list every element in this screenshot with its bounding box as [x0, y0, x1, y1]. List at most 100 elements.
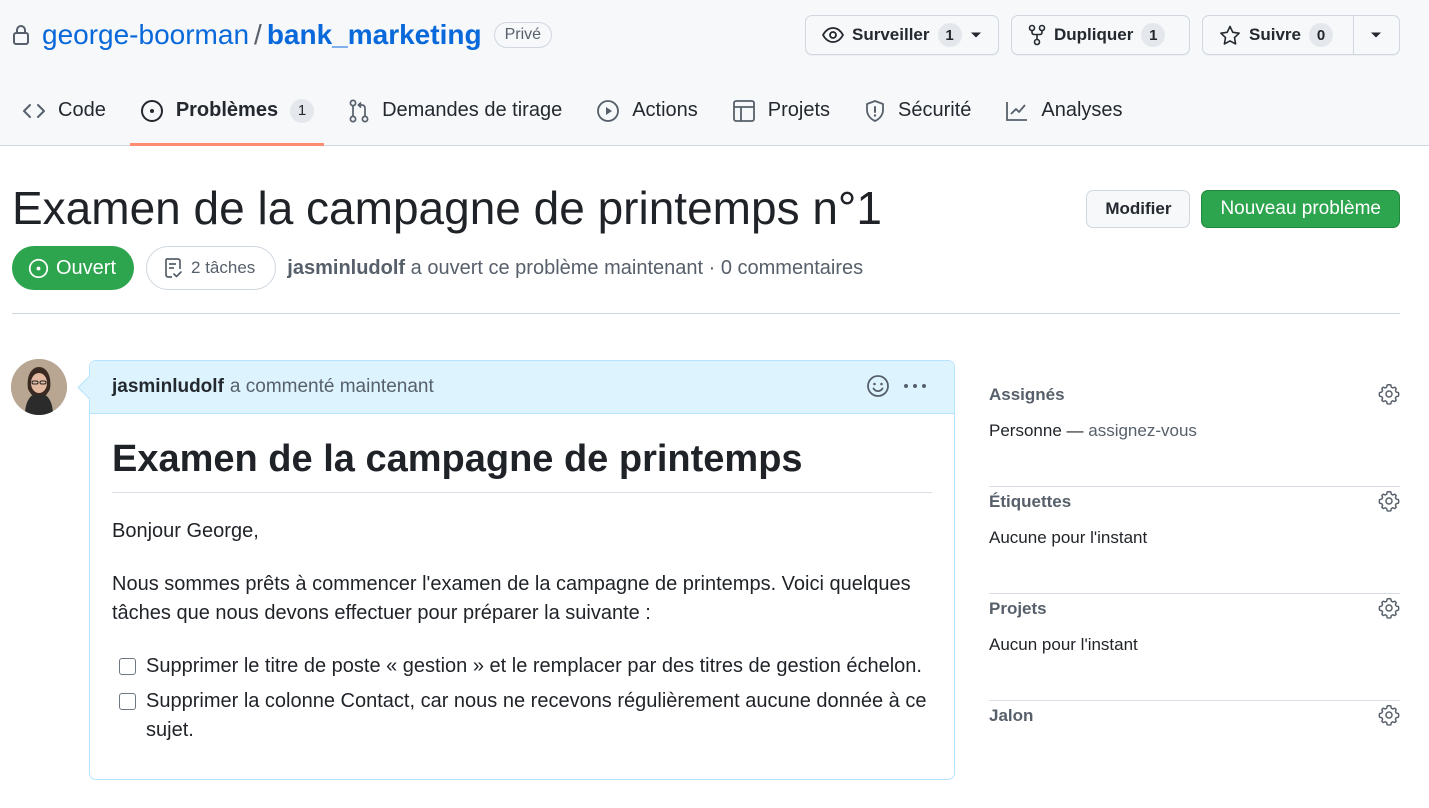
labels-title[interactable]: Étiquettes	[989, 492, 1071, 512]
comment-author-link[interactable]: jasminludolf	[112, 376, 224, 398]
table-icon	[732, 99, 756, 123]
star-label: Suivre	[1249, 25, 1301, 44]
star-button[interactable]: Suivre 0	[1203, 16, 1353, 54]
task-list: Supprimer le titre de poste « gestion » …	[112, 652, 932, 745]
comment-intro: Nous sommes prêts à commencer l'examen d…	[112, 573, 911, 624]
checklist-icon	[163, 257, 183, 279]
sidebar-assignees: Assignés Personne — assignez-vous	[989, 380, 1400, 487]
code-icon	[22, 102, 46, 120]
issue-header: Examen de la campagne de printemps n°1 M…	[12, 180, 1400, 290]
watch-main[interactable]: Surveiller 1	[806, 16, 998, 54]
shield-icon	[864, 99, 886, 123]
lock-icon	[12, 24, 30, 46]
tab-label: Sécurité	[898, 99, 972, 121]
gear-icon[interactable]	[1378, 597, 1400, 619]
task-checkbox[interactable]	[119, 658, 136, 675]
assignees-none: Personne —	[989, 421, 1084, 440]
star-lists-dropdown[interactable]	[1353, 16, 1399, 54]
sidebar-milestone: Jalon	[989, 701, 1400, 808]
state-badge: Ouvert	[12, 246, 135, 290]
issue-author-link[interactable]: jasminludolf	[287, 257, 405, 279]
avatar[interactable]	[11, 359, 67, 415]
new-issue-button[interactable]: Nouveau problème	[1201, 190, 1400, 228]
watch-button[interactable]: Surveiller 1	[805, 15, 999, 55]
projects-title[interactable]: Projets	[989, 599, 1047, 619]
issues-count: 1	[290, 98, 315, 123]
comment-body: Examen de la campagne de printemps Bonjo…	[90, 414, 954, 745]
tab-label: Demandes de tirage	[382, 99, 563, 121]
tab-pull-requests[interactable]: Demandes de tirage	[338, 78, 572, 146]
task-text: Supprimer le titre de poste « gestion » …	[146, 655, 922, 677]
play-icon	[596, 99, 620, 123]
repo-name-link[interactable]: bank_marketing	[267, 19, 482, 51]
issue-opened-icon	[28, 258, 49, 279]
tab-label: Code	[58, 99, 106, 121]
projects-value: Aucun pour l'instant	[989, 635, 1138, 654]
repo-header: george-boorman / bank_marketing Privé Su…	[0, 0, 1429, 146]
issue-meta: Ouvert 2 tâches jasminludolf a ouvert ce…	[12, 246, 863, 290]
repo-nav: Code Problèmes 1 Demandes de tirage Acti…	[12, 78, 1147, 146]
task-list-item: Supprimer le titre de poste « gestion » …	[112, 652, 932, 681]
sidebar: Assignés Personne — assignez-vous Étique…	[989, 380, 1400, 808]
tab-code[interactable]: Code	[12, 78, 116, 146]
gear-icon[interactable]	[1378, 704, 1400, 726]
triangle-down-icon	[970, 31, 982, 39]
tab-label: Analyses	[1041, 99, 1123, 121]
comment-header-actions	[866, 374, 928, 398]
task-checkbox[interactable]	[119, 693, 136, 710]
issue-meta-detail: a ouvert ce problème maintenant · 0 comm…	[410, 256, 864, 279]
tasks-label: 2 tâches	[191, 258, 256, 277]
tab-label: Projets	[767, 99, 831, 121]
graph-icon	[1005, 100, 1029, 122]
eye-icon	[822, 27, 844, 43]
comment-meta: a commenté maintenant	[229, 376, 434, 397]
watch-label: Surveiller	[852, 25, 930, 44]
comment: jasminludolf a commenté maintenant Exame…	[89, 360, 955, 780]
repo-separator: /	[254, 19, 262, 50]
git-pull-request-icon	[348, 99, 370, 123]
issue-title-actions: Modifier Nouveau problème	[1086, 190, 1400, 228]
task-text: Supprimer la colonne Contact, car nous n…	[146, 690, 927, 741]
repo-actions: Surveiller 1 Dupliquer 1 Suivre 0	[805, 15, 1400, 55]
sidebar-labels: Étiquettes Aucune pour l'instant	[989, 487, 1400, 594]
gear-icon[interactable]	[1378, 383, 1400, 405]
assignees-value: Personne — assignez-vous	[989, 421, 1197, 441]
star-count: 0	[1308, 23, 1333, 47]
edit-button[interactable]: Modifier	[1086, 190, 1191, 228]
tab-issues[interactable]: Problèmes 1	[129, 78, 325, 146]
assignees-title[interactable]: Assignés	[989, 385, 1065, 405]
star-button-group: Suivre 0	[1202, 15, 1400, 55]
sidebar-projects: Projets Aucun pour l'instant	[989, 594, 1400, 701]
fork-button[interactable]: Dupliquer 1	[1011, 15, 1190, 55]
kebab-horizontal-icon[interactable]	[902, 374, 928, 398]
header-divider	[12, 313, 1400, 314]
watch-count: 1	[937, 23, 962, 47]
fork-label: Dupliquer	[1054, 25, 1134, 44]
fork-count: 1	[1141, 23, 1166, 47]
visibility-badge: Privé	[493, 22, 553, 48]
repo-owner-link[interactable]: george-boorman	[42, 19, 249, 51]
gear-icon[interactable]	[1378, 490, 1400, 512]
state-label: Ouvert	[56, 256, 117, 279]
tab-actions[interactable]: Actions	[586, 78, 708, 146]
assign-yourself-link[interactable]: assignez-vous	[1088, 421, 1197, 440]
tab-insights[interactable]: Analyses	[995, 78, 1132, 146]
milestone-title[interactable]: Jalon	[989, 706, 1033, 726]
labels-value: Aucune pour l'instant	[989, 528, 1148, 547]
tab-projects[interactable]: Projets	[722, 78, 840, 146]
smiley-icon[interactable]	[866, 374, 890, 398]
tasks-progress[interactable]: 2 tâches	[146, 246, 277, 290]
fork-icon	[1028, 24, 1046, 46]
task-list-item: Supprimer la colonne Contact, car nous n…	[112, 687, 932, 745]
issue-opened-icon	[140, 99, 164, 123]
comment-header: jasminludolf a commenté maintenant	[90, 361, 954, 414]
issue-meta-text: jasminludolf a ouvert ce problème mainte…	[287, 257, 863, 280]
tab-label: Actions	[632, 99, 698, 121]
fork-main[interactable]: Dupliquer 1	[1012, 16, 1189, 54]
repo-title: george-boorman / bank_marketing Privé	[12, 17, 553, 53]
star-icon	[1219, 25, 1241, 46]
tab-label: Problèmes	[175, 99, 279, 121]
comment-greeting: Bonjour George,	[112, 520, 259, 542]
tab-security[interactable]: Sécurité	[854, 78, 981, 146]
triangle-down-icon	[1370, 31, 1382, 39]
